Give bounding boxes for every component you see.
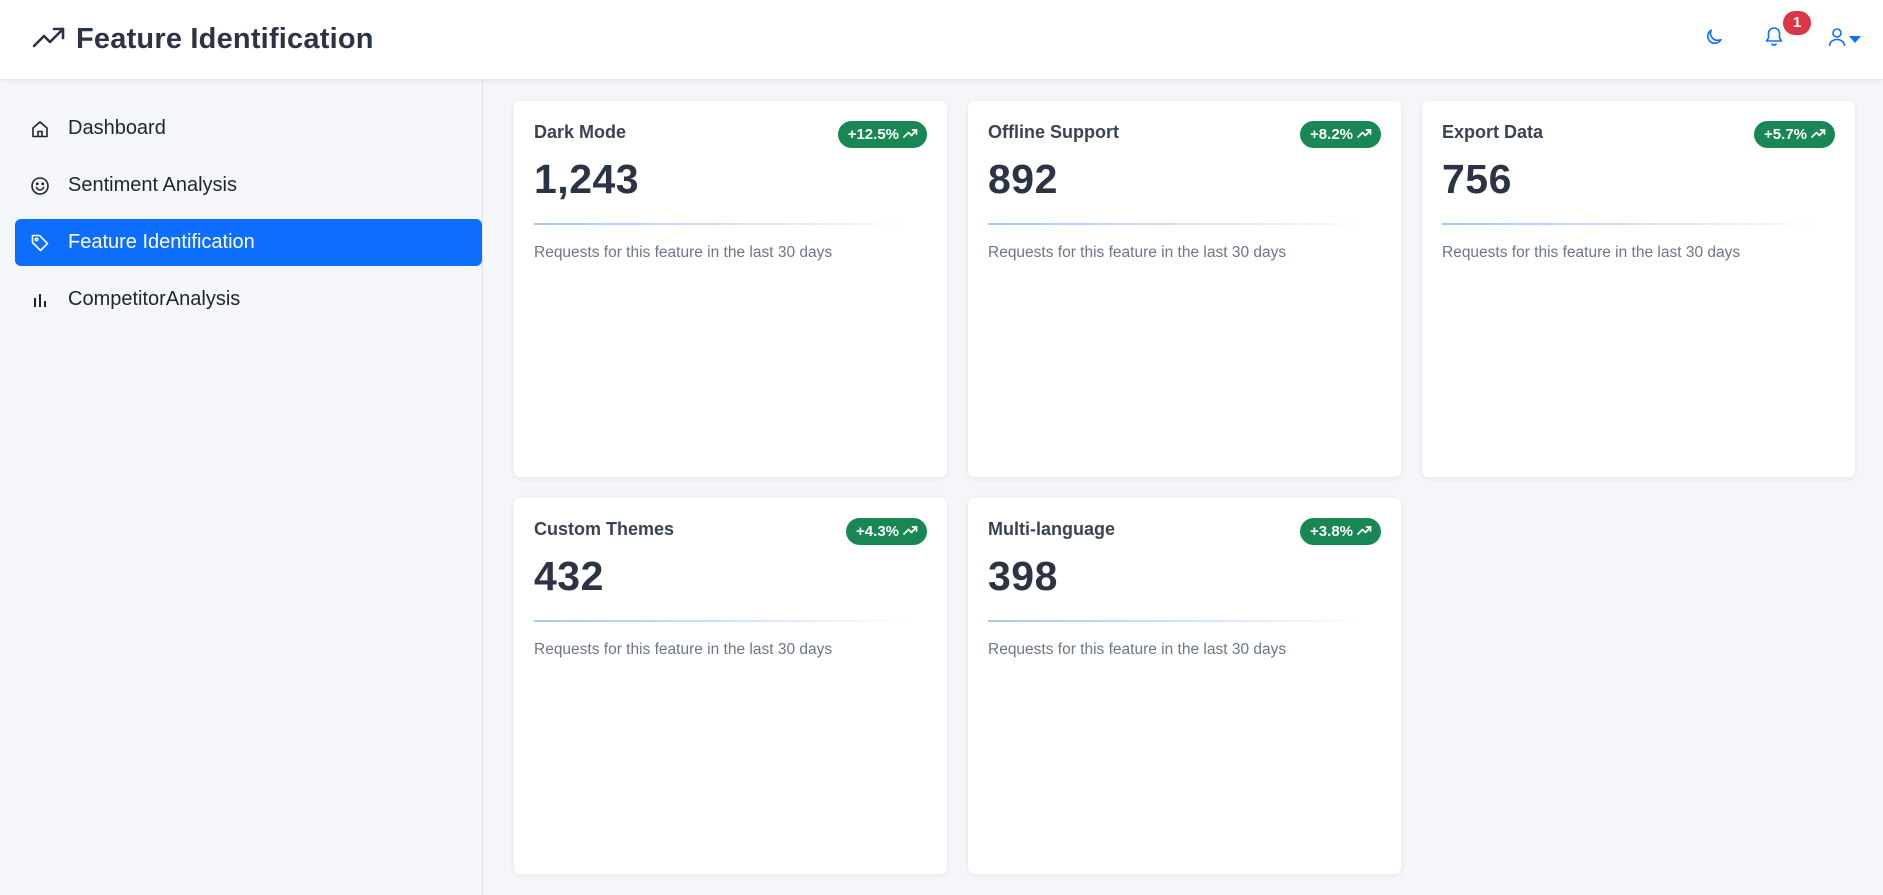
trending-up-icon xyxy=(903,126,918,143)
feature-name: Offline Support xyxy=(988,122,1119,142)
change-value: +3.8% xyxy=(1310,523,1353,540)
sidebar-item-label: Feature Identification xyxy=(68,231,255,253)
card-description: Requests for this feature in the last 30… xyxy=(534,641,833,658)
theme-toggle-button[interactable] xyxy=(1699,25,1729,55)
card-description: Requests for this feature in the last 30… xyxy=(534,244,833,261)
request-count: 892 xyxy=(988,156,1058,202)
change-value: +5.7% xyxy=(1764,126,1807,143)
feature-name: Multi-language xyxy=(988,519,1115,539)
notification-count-badge: 1 xyxy=(1783,10,1811,35)
sidebar: Dashboard Sentiment Analysis Feature Ide… xyxy=(0,80,483,895)
feature-cards-grid: Dark Mode +12.5% 1,243 Requests for this… xyxy=(514,101,1855,874)
sidebar-item-competitor-analysis[interactable]: CompetitorAnalysis xyxy=(15,276,482,323)
feature-name: Export Data xyxy=(1442,122,1544,142)
feature-name: Dark Mode xyxy=(534,122,627,142)
feature-card-export-data[interactable]: Export Data +5.7% 756 Requests for this … xyxy=(1422,101,1855,477)
card-description: Requests for this feature in the last 30… xyxy=(988,244,1287,261)
tag-icon xyxy=(30,233,50,253)
page-title: Feature Identification xyxy=(76,23,374,55)
trending-up-icon xyxy=(1357,523,1372,540)
trending-up-icon xyxy=(903,523,918,540)
card-divider xyxy=(1442,223,1822,225)
request-count: 398 xyxy=(988,553,1058,599)
trend-badge: +8.2% xyxy=(1300,121,1381,148)
sidebar-item-sentiment-analysis[interactable]: Sentiment Analysis xyxy=(15,162,482,209)
feature-card-offline-support[interactable]: Offline Support +8.2% 892 Requests for t… xyxy=(968,101,1401,477)
sidebar-item-label: Dashboard xyxy=(68,117,166,139)
trending-up-icon xyxy=(1357,126,1372,143)
bar-chart-icon xyxy=(30,290,50,310)
user-menu-button[interactable] xyxy=(1827,26,1861,53)
user-icon xyxy=(1827,26,1847,53)
trending-up-icon xyxy=(32,24,66,55)
trend-badge: +3.8% xyxy=(1300,518,1381,545)
change-value: +4.3% xyxy=(856,523,899,540)
request-count: 756 xyxy=(1442,156,1512,202)
request-count: 432 xyxy=(534,553,604,599)
card-divider xyxy=(534,620,914,622)
brand[interactable]: Feature Identification xyxy=(32,23,374,56)
smile-icon xyxy=(30,176,50,196)
change-value: +12.5% xyxy=(847,126,899,143)
top-actions: 1 xyxy=(1699,10,1865,55)
feature-card-multi-language[interactable]: Multi-language +3.8% 398 Requests for th… xyxy=(968,498,1401,874)
feature-card-dark-mode[interactable]: Dark Mode +12.5% 1,243 Requests for this… xyxy=(514,101,947,477)
bell-icon xyxy=(1764,26,1784,53)
sidebar-item-label: CompetitorAnalysis xyxy=(68,288,241,310)
change-value: +8.2% xyxy=(1310,126,1353,143)
card-description: Requests for this feature in the last 30… xyxy=(1442,244,1741,261)
trending-up-icon xyxy=(1811,126,1826,143)
sidebar-item-label: Sentiment Analysis xyxy=(68,174,237,196)
feature-name: Custom Themes xyxy=(534,519,675,539)
card-divider xyxy=(988,620,1368,622)
sidebar-item-dashboard[interactable]: Dashboard xyxy=(15,105,482,152)
card-description: Requests for this feature in the last 30… xyxy=(988,641,1287,658)
caret-down-icon xyxy=(1849,31,1861,49)
trend-badge: +4.3% xyxy=(846,518,927,545)
notifications-button[interactable]: 1 xyxy=(1759,10,1811,55)
trend-badge: +5.7% xyxy=(1754,121,1835,148)
sidebar-item-feature-identification[interactable]: Feature Identification xyxy=(15,219,482,266)
request-count: 1,243 xyxy=(534,156,640,202)
home-icon xyxy=(30,119,50,139)
card-divider xyxy=(988,223,1368,225)
trend-badge: +12.5% xyxy=(837,121,927,148)
moon-icon xyxy=(1704,27,1724,52)
top-navbar: Feature Identification 1 xyxy=(0,0,1883,80)
feature-card-custom-themes[interactable]: Custom Themes +4.3% 432 Requests for thi… xyxy=(514,498,947,874)
card-divider xyxy=(534,223,914,225)
